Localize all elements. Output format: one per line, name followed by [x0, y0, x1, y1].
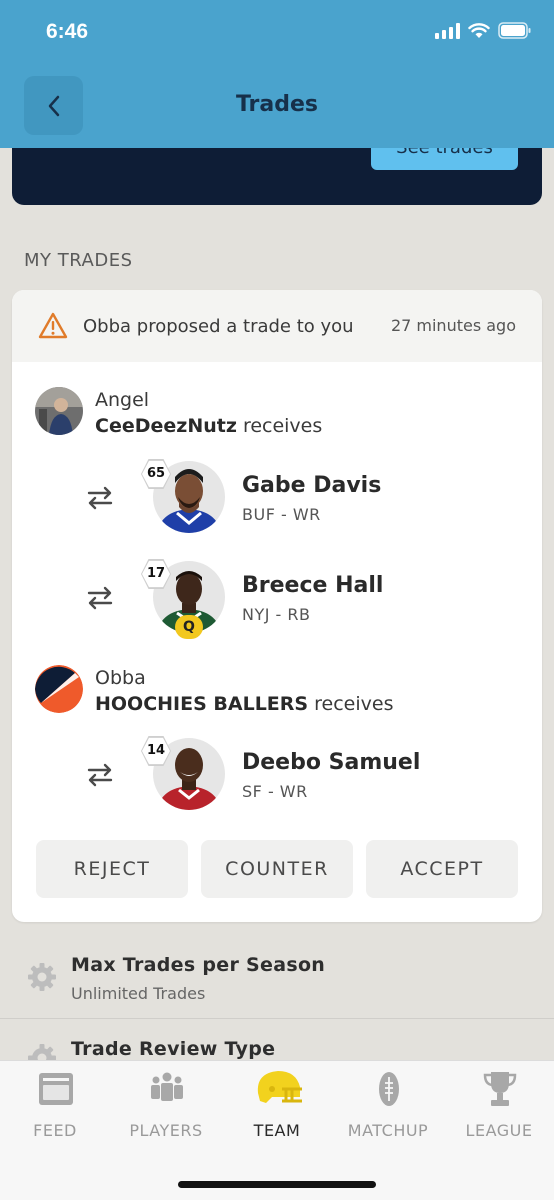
- party-team-receives: CeeDeezNutz receives: [95, 415, 322, 437]
- party-owner-name: Obba: [95, 667, 146, 689]
- party-owner-name: Angel: [95, 389, 150, 411]
- player-name: Deebo Samuel: [242, 750, 421, 775]
- home-indicator: [178, 1181, 376, 1188]
- accept-button[interactable]: ACCEPT: [366, 840, 518, 898]
- feed-icon: [39, 1073, 73, 1105]
- receives-label: receives: [242, 415, 323, 437]
- team-logo: [35, 665, 83, 713]
- party-team-name: HOOCHIES BALLERS: [95, 693, 309, 715]
- battery-icon: [498, 22, 531, 39]
- trade-timestamp: 27 minutes ago: [390, 316, 516, 335]
- player-name: Gabe Davis: [242, 473, 382, 498]
- swap-arrows-icon: [87, 486, 113, 510]
- football-icon: [379, 1072, 399, 1106]
- tab-label: FEED: [33, 1121, 77, 1140]
- counter-button[interactable]: COUNTER: [201, 840, 353, 898]
- tab-players[interactable]: PLAYERS: [111, 1061, 221, 1161]
- setting-subtitle: Unlimited Trades: [71, 984, 206, 1003]
- status-icons: [435, 22, 532, 39]
- tab-label: PLAYERS: [129, 1121, 203, 1140]
- player-position: BUF - WR: [242, 505, 321, 524]
- tab-label: LEAGUE: [465, 1121, 533, 1140]
- warning-icon: [38, 312, 68, 339]
- questionable-status-badge: Q: [175, 615, 203, 639]
- reject-button[interactable]: REJECT: [36, 840, 188, 898]
- player-name: Breece Hall: [242, 573, 384, 598]
- trophy-icon: [483, 1072, 517, 1106]
- player-position: SF - WR: [242, 782, 308, 801]
- tab-feed[interactable]: FEED: [0, 1061, 110, 1161]
- trade-card-header: Obba proposed a trade to you 27 minutes …: [12, 290, 542, 362]
- avatar: [35, 387, 83, 435]
- swap-arrows-icon: [87, 763, 113, 787]
- setting-title: Max Trades per Season: [71, 954, 326, 976]
- helmet-icon: [257, 1071, 302, 1103]
- bottom-tab-bar: FEED PLAYERS TEAM MATCHUP LEAGUE: [0, 1060, 554, 1200]
- players-icon: [151, 1072, 183, 1101]
- player-position: NYJ - RB: [242, 605, 311, 624]
- tab-team[interactable]: TEAM: [222, 1061, 332, 1161]
- page-title: Trades: [235, 92, 319, 117]
- party-team-receives: HOOCHIES BALLERS receives: [95, 693, 393, 715]
- tab-matchup[interactable]: MATCHUP: [333, 1061, 443, 1161]
- wifi-icon: [468, 22, 490, 38]
- gear-icon: [28, 963, 56, 991]
- tab-label: TEAM: [253, 1121, 301, 1140]
- setting-title: Trade Review Type: [71, 1038, 276, 1060]
- tab-label: MATCHUP: [347, 1121, 429, 1140]
- app-header: 6:46 Trades: [0, 0, 554, 148]
- divider: [0, 1018, 554, 1019]
- trade-proposal-text: Obba proposed a trade to you: [83, 316, 354, 337]
- section-label: MY TRADES: [24, 250, 133, 271]
- trade-card: Obba proposed a trade to you 27 minutes …: [12, 290, 542, 922]
- swap-arrows-icon: [87, 586, 113, 610]
- cellular-signal-icon: [435, 22, 460, 39]
- status-time: 6:46: [46, 20, 89, 43]
- party-team-name: CeeDeezNutz: [95, 415, 237, 437]
- tab-league[interactable]: LEAGUE: [444, 1061, 554, 1161]
- receives-label: receives: [314, 693, 394, 715]
